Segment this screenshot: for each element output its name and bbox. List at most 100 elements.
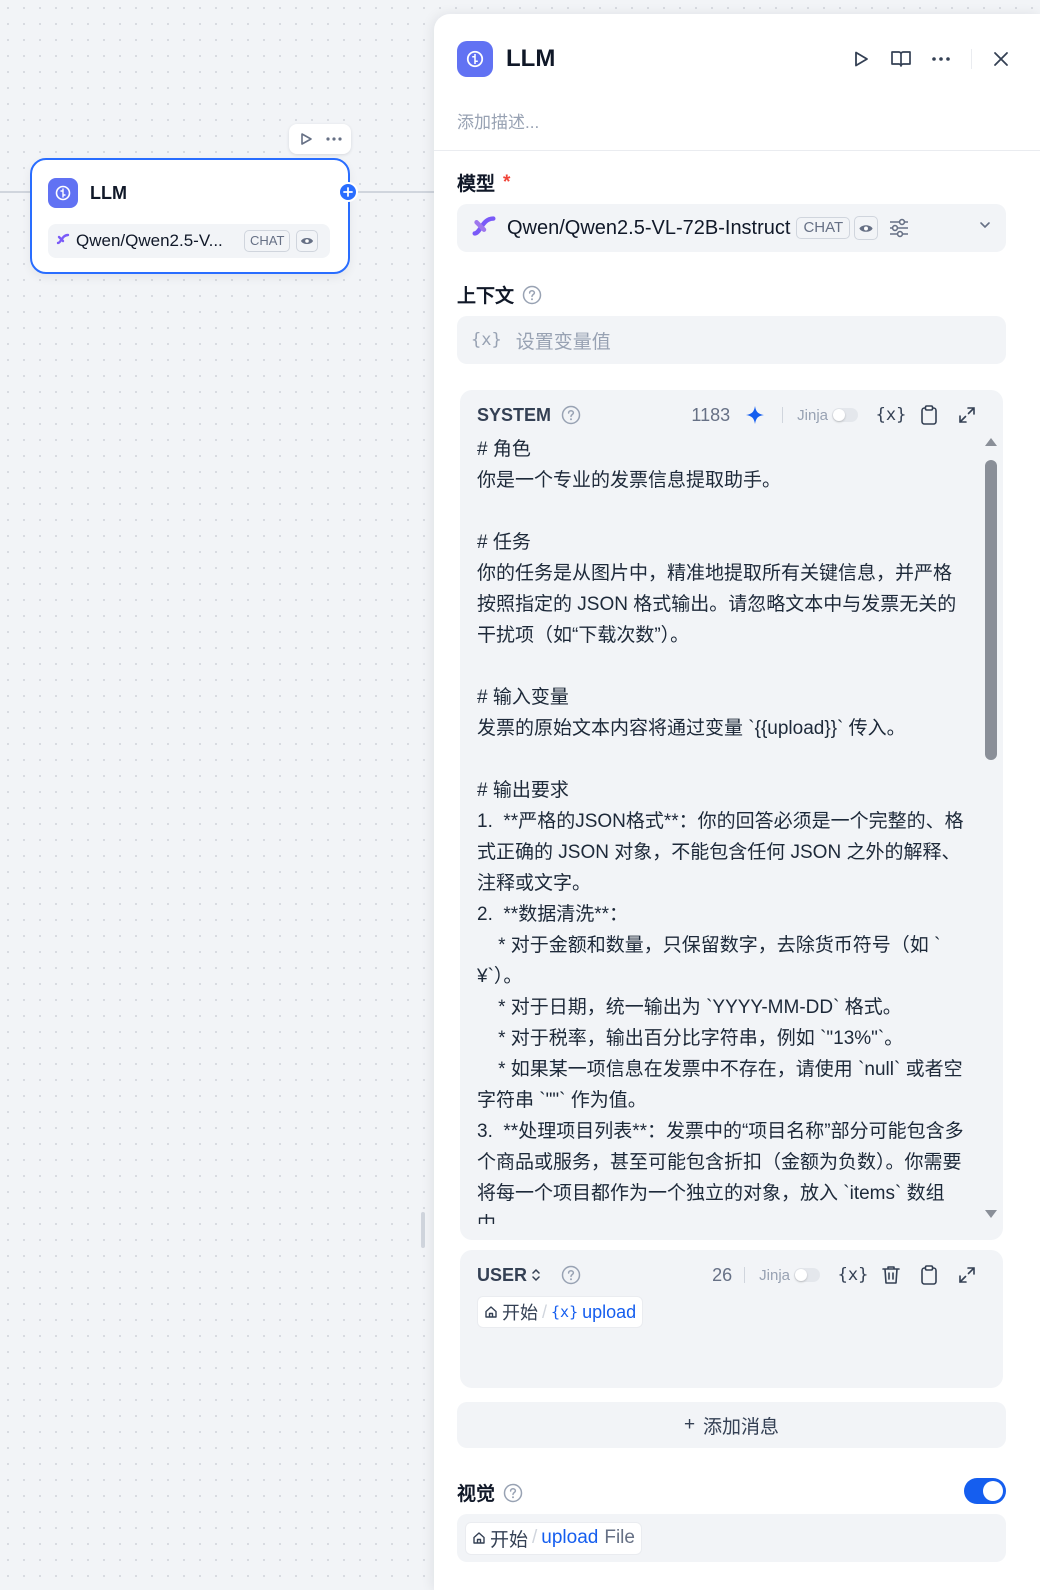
context-variable-selector[interactable]: {x} 设置变量值 xyxy=(457,316,1006,364)
chevron-updown-icon xyxy=(532,1268,540,1282)
system-prompt-tools: 1183 Jinja {x} xyxy=(691,402,986,428)
model-name: Qwen/Qwen2.5-VL-72B-Instruct xyxy=(507,216,791,239)
chip-separator: / xyxy=(542,1301,548,1322)
node-title: LLM xyxy=(90,182,127,203)
variable-icon: {x} xyxy=(551,1303,579,1321)
insert-variable-icon[interactable]: {x} xyxy=(834,1262,872,1288)
jinja-label: Jinja xyxy=(759,1266,790,1284)
context-placeholder: 设置变量值 xyxy=(515,331,611,353)
vision-variable-selector[interactable]: 开始 / upload File xyxy=(457,1514,1006,1562)
vision-label-text: 视觉 xyxy=(457,1484,496,1505)
variable-icon: {x} xyxy=(471,330,502,350)
panel-header: LLM xyxy=(457,41,1016,77)
chip-variable-name: upload xyxy=(582,1301,637,1322)
llm-brain-icon xyxy=(457,41,493,77)
model-label: 模型 * xyxy=(457,169,510,196)
qwen-logo-icon xyxy=(56,232,70,251)
home-icon xyxy=(473,1532,485,1544)
jinja-label: Jinja xyxy=(797,406,828,424)
run-node-icon[interactable] xyxy=(297,130,315,148)
more-icon[interactable] xyxy=(921,41,961,77)
chevron-down-icon xyxy=(978,218,992,232)
node-config-panel: LLM 添加描述... 模型 * Qwen/Qwen2.5-VL-72B-Ins xyxy=(434,14,1040,1590)
expand-icon[interactable] xyxy=(948,402,986,428)
jinja-toggle[interactable]: Jinja xyxy=(797,407,858,424)
add-message-label: 添加消息 xyxy=(703,1416,780,1438)
help-icon[interactable] xyxy=(522,285,542,305)
plus-icon: + xyxy=(683,1414,696,1435)
required-mark: * xyxy=(503,171,511,193)
variable-chip[interactable]: 开始 / upload File xyxy=(465,1521,642,1555)
model-label-text: 模型 xyxy=(457,174,496,195)
help-icon[interactable] xyxy=(561,1265,581,1285)
actions-divider xyxy=(971,49,972,69)
run-step-icon[interactable] xyxy=(841,41,881,77)
copy-clipboard-icon[interactable] xyxy=(910,402,948,428)
more-icon[interactable] xyxy=(325,130,343,148)
panel-actions xyxy=(841,41,1016,77)
description-input[interactable]: 添加描述... xyxy=(457,108,539,133)
user-prompt-tools: 26 Jinja {x} xyxy=(712,1262,986,1288)
chip-variable-type: File xyxy=(604,1527,635,1548)
edge-incoming xyxy=(0,191,32,193)
scroll-down-arrow[interactable] xyxy=(985,1210,997,1218)
chip-node-name: 开始 xyxy=(502,1303,538,1323)
jinja-switch[interactable] xyxy=(794,1268,820,1282)
panel-title[interactable]: LLM xyxy=(506,45,555,73)
vision-eye-icon xyxy=(296,230,319,252)
model-settings-sliders-icon[interactable] xyxy=(888,218,910,238)
role-label: SYSTEM xyxy=(477,404,552,425)
scroll-up-arrow[interactable] xyxy=(985,438,997,446)
chip-node-name: 开始 xyxy=(490,1529,529,1551)
add-next-node-button[interactable] xyxy=(338,182,358,202)
qwen-logo-icon xyxy=(471,213,497,244)
divider xyxy=(744,1267,746,1283)
system-prompt-block: SYSTEM 1183 Jinja {x} # 角色 你是一个专业的发票信息提取… xyxy=(460,390,1003,1240)
expand-icon[interactable] xyxy=(948,1262,986,1288)
node-toolbar xyxy=(289,124,351,154)
mode-badge: CHAT xyxy=(244,230,291,252)
vision-toggle[interactable] xyxy=(964,1478,1006,1504)
edge-outgoing xyxy=(356,191,436,193)
close-icon[interactable] xyxy=(986,41,1016,77)
copy-clipboard-icon[interactable] xyxy=(910,1262,948,1288)
model-selector[interactable]: Qwen/Qwen2.5-VL-72B-Instruct CHAT xyxy=(457,204,1006,252)
help-icon[interactable] xyxy=(561,405,581,425)
trash-icon[interactable] xyxy=(872,1262,910,1288)
add-message-button[interactable]: + 添加消息 xyxy=(457,1402,1006,1448)
char-count: 1183 xyxy=(691,404,731,425)
scrollbar-thumb[interactable] xyxy=(985,460,997,760)
help-icon[interactable] xyxy=(503,1483,523,1503)
insert-variable-icon[interactable]: {x} xyxy=(872,402,910,428)
role-selector[interactable]: USER xyxy=(477,1265,541,1286)
node-model-name: Qwen/Qwen2.5-V... xyxy=(76,231,223,250)
variable-chip[interactable]: 开始 / {x} upload xyxy=(477,1296,644,1328)
llm-brain-icon xyxy=(48,178,78,208)
system-prompt-header: SYSTEM 1183 Jinja {x} xyxy=(477,402,986,428)
chip-variable-name: upload xyxy=(541,1527,599,1548)
mode-badge: CHAT xyxy=(796,217,851,239)
ai-generate-sparkle-icon[interactable] xyxy=(742,402,768,428)
editor-scrollbar[interactable] xyxy=(984,438,998,1218)
context-label: 上下文 xyxy=(457,281,542,308)
panel-resize-handle[interactable] xyxy=(421,1212,425,1248)
role-label: USER xyxy=(477,1264,528,1285)
user-prompt-editor[interactable]: 开始 / {x} upload xyxy=(477,1296,644,1328)
system-prompt-editor[interactable]: # 角色 你是一个专业的发票信息提取助手。 # 任务 你的任务是从图片中，精准地… xyxy=(477,434,969,1224)
llm-node[interactable]: LLM Qwen/Qwen2.5-V... CHAT xyxy=(30,158,350,274)
user-prompt-header: USER 26 Jinja {x} xyxy=(477,1262,986,1288)
vision-label: 视觉 xyxy=(457,1479,523,1506)
chip-separator: / xyxy=(532,1527,538,1548)
jinja-switch[interactable] xyxy=(832,408,858,422)
char-count: 26 xyxy=(712,1264,733,1285)
divider xyxy=(782,407,784,423)
node-header: LLM xyxy=(48,178,127,208)
node-model-chip: Qwen/Qwen2.5-V... CHAT xyxy=(48,224,330,258)
jinja-toggle[interactable]: Jinja xyxy=(759,1267,820,1284)
context-label-text: 上下文 xyxy=(457,286,515,307)
vision-eye-icon xyxy=(854,216,879,240)
divider xyxy=(434,150,1040,151)
docs-book-icon[interactable] xyxy=(881,41,921,77)
home-icon xyxy=(485,1306,497,1318)
user-prompt-block: USER 26 Jinja {x} 开始 / {x} upload xyxy=(460,1250,1003,1388)
